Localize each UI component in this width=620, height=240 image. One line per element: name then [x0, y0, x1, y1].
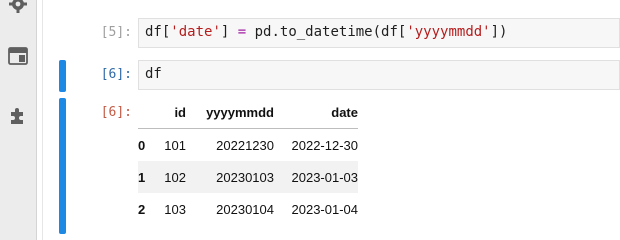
column-header-date: date [274, 96, 358, 129]
output-collapse-bar[interactable] [59, 98, 66, 234]
dataframe-table: id yyyymmdd date 0 101 20221230 2022-12-… [138, 96, 358, 225]
code-token: 'yyyymmdd' [406, 24, 491, 40]
code-token: pd.to_datetime(df[ [246, 24, 407, 40]
cell-6-output-prompt: [6]: [100, 105, 132, 120]
row-index: 2 [138, 201, 146, 217]
left-sidebar [0, 0, 37, 240]
cell-6-code-editor[interactable]: df [138, 60, 620, 90]
cell-id: 101 [164, 137, 186, 153]
extension-icon[interactable] [8, 106, 28, 126]
gear-icon[interactable] [8, 0, 28, 14]
table-header-row: id yyyymmdd date [138, 96, 358, 129]
cell-date: 2023-01-03 [291, 169, 359, 185]
code-token: = [237, 24, 247, 40]
code-token: ]) [490, 24, 508, 40]
code-token: df[ [145, 24, 171, 40]
cell-6-input-prompt: [6]: [100, 67, 132, 82]
cell-yyyymmdd: 20230103 [216, 169, 274, 185]
tab-panel-icon[interactable] [8, 47, 28, 65]
gutter-divider [42, 0, 43, 240]
cell-yyyymmdd: 20230104 [216, 201, 274, 217]
column-header-id: id [162, 96, 186, 129]
cell-id: 103 [164, 201, 186, 217]
cell-5-code-editor[interactable]: df['date'] = pd.to_datetime(df['yyyymmdd… [138, 18, 620, 48]
cell-id: 102 [164, 169, 186, 185]
cell-yyyymmdd: 20221230 [216, 137, 274, 153]
index-header [138, 96, 162, 129]
cell-date: 2023-01-04 [291, 201, 359, 217]
code-token: 'date' [170, 24, 221, 40]
cell-5-input-prompt: [5]: [100, 25, 132, 40]
code-token: df [145, 66, 162, 82]
code-token: ] [220, 24, 238, 40]
active-cell-bar[interactable] [59, 60, 66, 92]
table-row: 1 102 20230103 2023-01-03 [138, 161, 358, 193]
cell-date: 2022-12-30 [291, 137, 359, 153]
table-row: 2 103 20230104 2023-01-04 [138, 193, 358, 225]
table-row: 0 101 20221230 2022-12-30 [138, 129, 358, 162]
column-header-yyyymmdd: yyyymmdd [186, 96, 274, 129]
row-index: 0 [138, 137, 146, 153]
row-index: 1 [138, 169, 146, 185]
